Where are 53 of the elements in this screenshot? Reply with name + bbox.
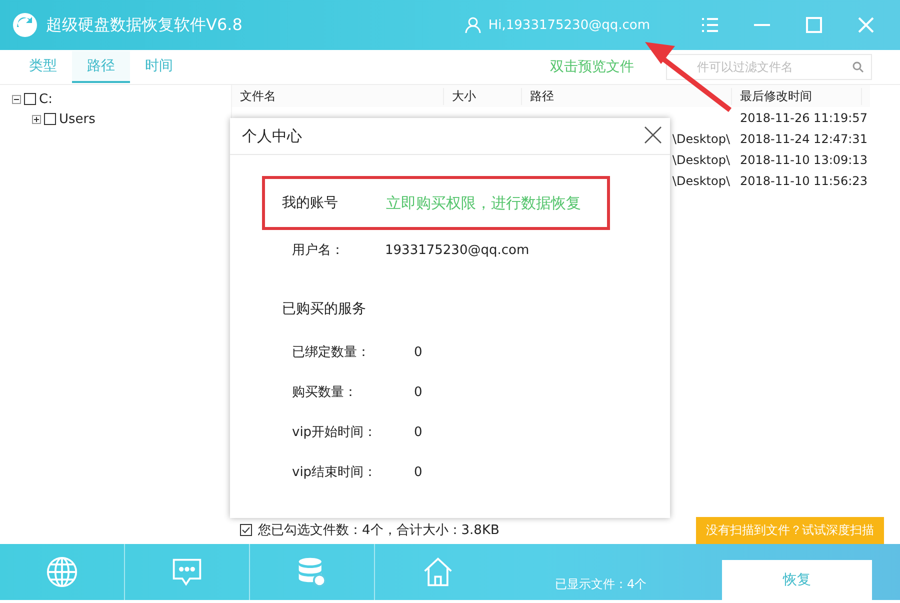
database-icon[interactable]	[296, 556, 328, 588]
selection-summary: 您已勾选文件数：4个，合计大小：3.8KB	[258, 522, 500, 539]
maximize-icon[interactable]	[804, 15, 824, 35]
account-label: 我的账号	[282, 194, 339, 212]
field-value: 0	[414, 384, 422, 400]
column-header[interactable]: 文件名	[232, 88, 444, 104]
field-value: 0	[414, 344, 422, 360]
section-title: 已购买的服务	[281, 300, 367, 319]
tab[interactable]: 时间	[130, 51, 188, 83]
menu-icon[interactable]	[700, 15, 720, 35]
search-icon[interactable]	[852, 61, 864, 73]
username-value: 1933175230@qq.com	[385, 242, 530, 258]
recover-button[interactable]: 恢复	[722, 560, 872, 600]
globe-icon[interactable]	[46, 556, 78, 588]
shown-count: 已显示文件：4个	[555, 576, 647, 592]
expand-icon[interactable]	[32, 114, 41, 124]
tree-label[interactable]: Users	[59, 112, 96, 126]
field-label: vip结束时间：	[292, 464, 378, 481]
column-header[interactable]: 大小	[444, 88, 522, 104]
preview-link[interactable]: 双击预览文件	[550, 58, 634, 76]
table-cell: \Desktop\	[672, 152, 730, 166]
field-label: 用户名：	[292, 242, 345, 259]
checkbox[interactable]	[44, 113, 56, 125]
checkbox[interactable]	[24, 93, 36, 105]
search-field[interactable]: 件可以过滤文件名	[666, 54, 872, 80]
checkbox[interactable]	[240, 524, 252, 536]
tab[interactable]: 类型	[14, 51, 72, 83]
column-header[interactable]: 路径	[522, 88, 732, 104]
table-cell: \Desktop\	[672, 132, 730, 146]
home-icon[interactable]	[422, 556, 454, 588]
table-cell: \Desktop\	[672, 174, 730, 188]
purchase-link[interactable]: 立即购买权限，进行数据恢复	[386, 194, 581, 212]
tree-label[interactable]: C:	[39, 92, 52, 106]
close-icon[interactable]	[644, 126, 662, 144]
window-title: 超级硬盘数据恢复软件V6.8	[46, 14, 242, 36]
field-label: 购买数量：	[292, 384, 358, 401]
column-header[interactable]: 最后修改时间	[732, 88, 862, 104]
table-cell: 2018-11-26 11:19:57	[740, 110, 868, 124]
field-value: 0	[414, 464, 422, 480]
deep-scan-button[interactable]: 没有扫描到文件？试试深度扫描	[696, 516, 884, 544]
dialog-title: 个人中心	[242, 126, 302, 146]
table-cell: 2018-11-24 12:47:31	[740, 132, 868, 146]
table-cell: 2018-11-10 11:56:23	[740, 174, 868, 188]
user-account-link[interactable]: Hi,1933175230@qq.com	[488, 18, 650, 32]
chat-icon[interactable]	[171, 556, 203, 588]
table-cell: 2018-11-10 13:09:13	[740, 152, 868, 166]
tab[interactable]: 路径	[72, 51, 130, 83]
field-label: 已绑定数量：	[292, 344, 371, 361]
logo-icon	[12, 12, 38, 38]
field-label: vip开始时间：	[292, 424, 378, 441]
collapse-icon[interactable]	[12, 94, 21, 104]
field-value: 0	[414, 424, 422, 440]
user-icon[interactable]	[464, 16, 482, 34]
